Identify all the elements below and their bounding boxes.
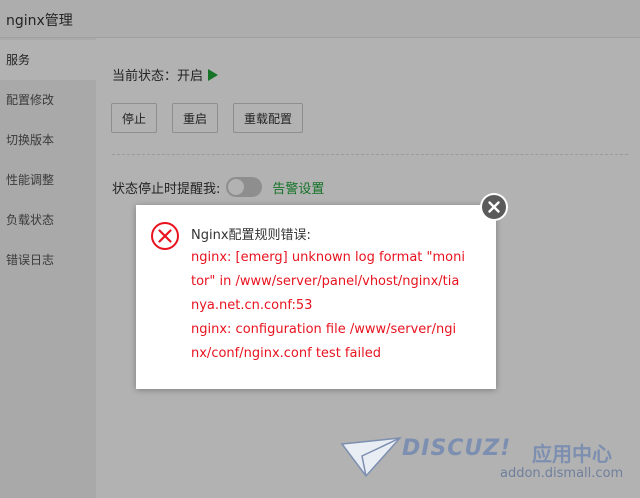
error-heading: Nginx配置规则错误: [191,228,311,243]
watermark-brand: DISCUZ! [402,436,512,461]
error-circle-icon [151,222,179,250]
error-line: tor" in /www/server/panel/vhost/nginx/ti… [191,274,460,289]
close-icon [482,195,506,219]
paper-plane-icon [340,437,402,478]
watermark: DISCUZ! 应用中心 addon.dismall.com [340,432,640,494]
error-line: nx/conf/nginx.conf test failed [191,346,381,361]
error-line: nya.net.cn.conf:53 [191,298,313,313]
dialog-close-button[interactable] [480,193,508,221]
error-line: nginx: [emerg] unknown log format "moni [191,250,465,265]
error-dialog: Nginx配置规则错误: nginx: [emerg] unknown log … [136,205,496,389]
error-message: Nginx配置规则错误: nginx: [emerg] unknown log … [191,226,481,366]
watermark-domain: addon.dismall.com [500,466,624,481]
watermark-brand-cn: 应用中心 [532,442,612,466]
error-line: nginx: configuration file /www/server/ng… [191,322,457,337]
